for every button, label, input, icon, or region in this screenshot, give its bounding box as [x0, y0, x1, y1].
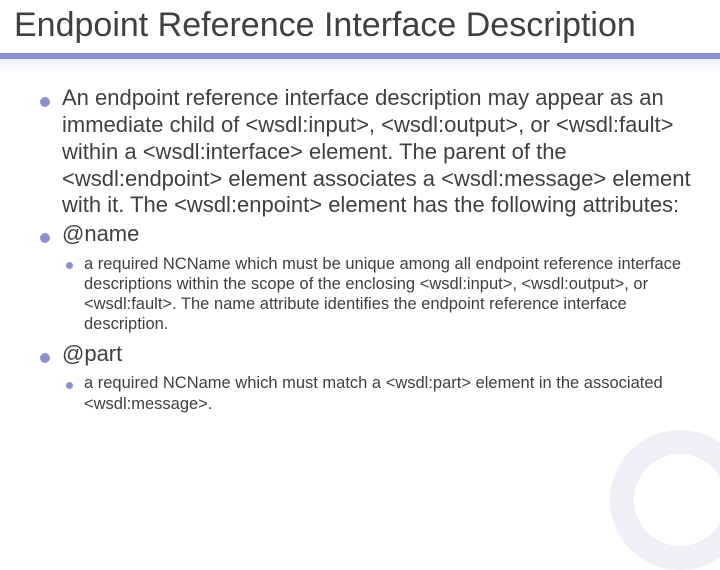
header-shadow	[0, 59, 720, 73]
sub-part-desc: a required NCName which must match a <ws…	[62, 373, 694, 413]
sub-list-name: a required NCName which must be unique a…	[62, 254, 694, 335]
bullet-name: @name a required NCName which must be un…	[40, 221, 694, 334]
corner-circle-icon	[610, 430, 720, 570]
bullet-part: @part a required NCName which must match…	[40, 341, 694, 414]
slide-header: Endpoint Reference Interface Description	[0, 0, 720, 59]
slide-body: An endpoint reference interface descript…	[0, 59, 720, 430]
bullet-list: An endpoint reference interface descript…	[40, 85, 694, 414]
slide-title: Endpoint Reference Interface Description	[14, 6, 706, 45]
bullet-intro: An endpoint reference interface descript…	[40, 85, 694, 219]
bullet-name-label: @name	[62, 221, 139, 246]
bullet-part-label: @part	[62, 341, 122, 366]
sub-name-desc: a required NCName which must be unique a…	[62, 254, 694, 335]
sub-list-part: a required NCName which must match a <ws…	[62, 373, 694, 413]
